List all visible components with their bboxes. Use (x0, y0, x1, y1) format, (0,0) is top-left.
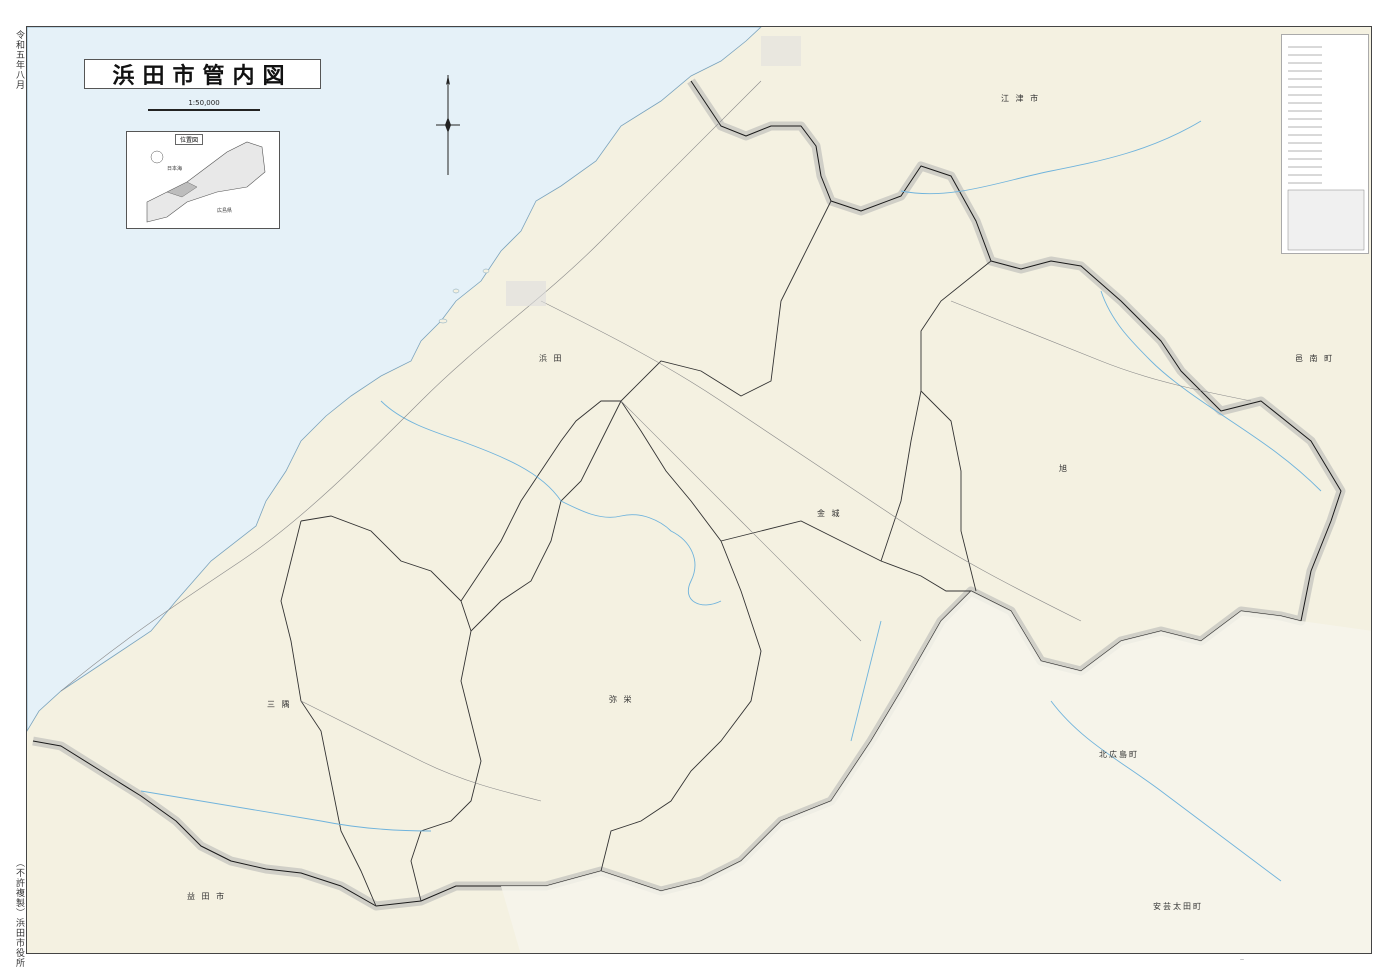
legend-panel[interactable] (1281, 34, 1369, 254)
inset-label-pref: 広島県 (217, 207, 232, 214)
inset-label-sea: 日本海 (167, 165, 182, 172)
place-onan: 邑 南 町 (1295, 354, 1335, 363)
location-inset[interactable]: 位置図 日本海 広島県 (126, 131, 280, 229)
place-misumi: 三 隅 (267, 700, 292, 709)
place-kanagi: 金 城 (817, 509, 842, 518)
inset-map: 日本海 広島県 (146, 141, 266, 223)
copyright-note: （不許複製）浜田市役所 (14, 858, 24, 968)
legend-symbols (1287, 46, 1365, 251)
place-kitahiroshima: 北広島町 (1099, 750, 1139, 759)
compass-rose-icon (436, 75, 460, 175)
place-akiota: 安芸太田町 (1153, 902, 1203, 911)
island (452, 288, 460, 294)
place-asahi: 旭 (1059, 464, 1069, 473)
edition-date: 令和五年八月 (14, 30, 24, 90)
inset-title: 位置図 (175, 134, 204, 145)
place-masuda: 益 田 市 (187, 892, 227, 901)
scale-bar-graphic (148, 109, 260, 111)
scale-label: 1:50,000 (188, 99, 220, 107)
place-yasaka: 弥 栄 (609, 695, 634, 704)
island (438, 318, 448, 324)
place-gotsu: 江 津 市 (1001, 94, 1041, 103)
hiroshima-area (501, 591, 1371, 953)
town-hamada (506, 281, 546, 306)
map-title: 浜田市管内図 (84, 59, 321, 89)
place-hamada: 浜 田 (539, 354, 564, 363)
town-gotsu (761, 36, 801, 66)
scale-bar: 1:50,000 (148, 99, 260, 117)
footer-note: — (1240, 957, 1244, 962)
island (482, 268, 490, 274)
